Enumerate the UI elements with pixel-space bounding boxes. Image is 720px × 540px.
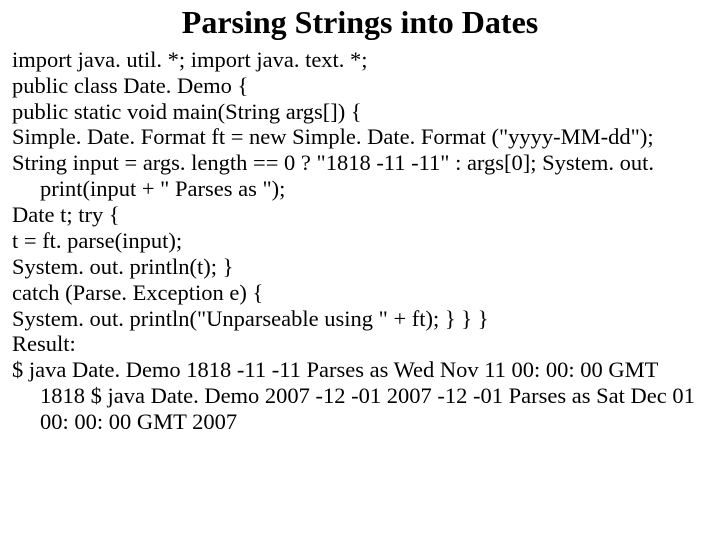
- slide-title: Parsing Strings into Dates: [12, 4, 708, 41]
- code-line: public class Date. Demo {: [12, 73, 708, 99]
- code-line: $ java Date. Demo 1818 -11 -11 Parses as…: [12, 357, 708, 435]
- code-line: Result:: [12, 331, 708, 357]
- code-line: System. out. println("Unparseable using …: [12, 306, 708, 332]
- code-line: Date t; try {: [12, 202, 708, 228]
- code-line: catch (Parse. Exception e) {: [12, 280, 708, 306]
- code-line: System. out. println(t); }: [12, 254, 708, 280]
- code-line: public static void main(String args[]) {: [12, 99, 708, 125]
- code-line: String input = args. length == 0 ? "1818…: [12, 150, 708, 202]
- slide-body: import java. util. *; import java. text.…: [12, 47, 708, 435]
- code-line: import java. util. *; import java. text.…: [12, 47, 708, 73]
- slide: Parsing Strings into Dates import java. …: [0, 0, 720, 540]
- code-line: t = ft. parse(input);: [12, 228, 708, 254]
- code-line: Simple. Date. Format ft = new Simple. Da…: [12, 124, 708, 150]
